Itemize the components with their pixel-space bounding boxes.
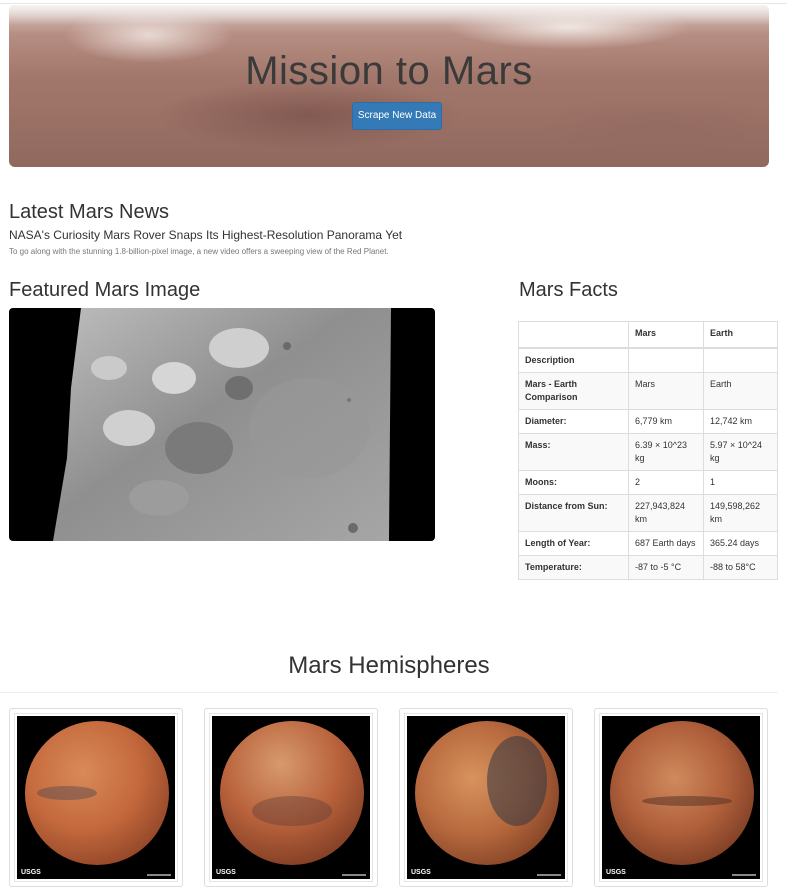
hemisphere-thumbnail-schiaparelli[interactable]: USGS [204,708,378,887]
image-credit [147,874,171,876]
featured-section-title: Featured Mars Image [9,279,201,301]
top-divider [0,3,787,4]
surface-feature [642,796,732,806]
fact-earth-value: -88 to 58°C [703,555,778,580]
fact-label: Description [518,347,629,373]
hero-banner: Mission to Mars Scrape New Data [9,5,769,167]
facts-section-title: Mars Facts [519,279,618,301]
hemisphere-thumbnail-cerberus[interactable]: USGS [9,708,183,887]
thumbnail-frame: USGS [14,713,178,882]
fact-earth-value: 365.24 days [703,531,778,556]
fact-label: Temperature: [518,555,629,580]
surface-feature [487,736,547,826]
table-row: Distance from Sun: 227,943,824 km 149,59… [518,494,778,532]
hemispheres-divider [0,692,778,693]
table-row: Temperature: -87 to -5 °C -88 to 58°C [518,555,778,580]
fact-mars-value: 6.39 × 10^23 kg [628,433,704,471]
news-headline: NASA's Curiosity Mars Rover Snaps Its Hi… [9,228,403,242]
fact-label: Distance from Sun: [518,494,629,532]
hero-texture [9,5,769,25]
featured-image-graphic [53,308,391,541]
image-credit [732,874,756,876]
mars-facts-table: Mars Earth Description Mars - Earth Comp… [518,321,778,580]
facts-header-cell [518,321,629,349]
fact-label: Diameter: [518,409,629,434]
table-row: Mars - Earth Comparison Mars Earth [518,372,778,410]
facts-header-row: Mars Earth [518,321,778,349]
fact-mars-value: 6,779 km [628,409,704,434]
fact-mars-value: -87 to -5 °C [628,555,704,580]
fact-label: Mass: [518,433,629,471]
table-row: Moons: 2 1 [518,470,778,495]
featured-image[interactable] [9,308,435,541]
usgs-logo: USGS [606,869,626,876]
thumbnail-frame: USGS [599,713,763,882]
hemispheres-section-title: Mars Hemispheres [288,652,490,679]
image-credit [342,874,366,876]
fact-earth-value: Earth [703,372,778,410]
thumbnail-frame: USGS [209,713,373,882]
fact-earth-value: 12,742 km [703,409,778,434]
fact-earth-value [703,347,778,373]
fact-mars-value: 687 Earth days [628,531,704,556]
news-section-title: Latest Mars News [9,201,170,223]
hemisphere-image: USGS [17,716,175,879]
mars-globe-image [220,721,364,865]
table-row: Description [518,347,778,373]
hemisphere-image: USGS [602,716,760,879]
usgs-logo: USGS [411,869,431,876]
facts-header-cell: Mars [628,321,704,349]
fact-label: Mars - Earth Comparison [518,372,629,410]
fact-label: Length of Year: [518,531,629,556]
fact-label: Moons: [518,470,629,495]
fact-mars-value: Mars [628,372,704,410]
thumbnail-frame: USGS [404,713,568,882]
image-credit [537,874,561,876]
table-row: Diameter: 6,779 km 12,742 km [518,409,778,434]
fact-mars-value [628,347,704,373]
scrape-button[interactable]: Scrape New Data [352,102,442,130]
hemisphere-image: USGS [212,716,370,879]
surface-feature [252,796,332,826]
mars-globe-image [610,721,754,865]
fact-mars-value: 227,943,824 km [628,494,704,532]
usgs-logo: USGS [21,869,41,876]
fact-earth-value: 149,598,262 km [703,494,778,532]
page-title: Mission to Mars [245,49,533,93]
facts-header-cell: Earth [703,321,778,349]
hemisphere-thumbnail-syrtis-major[interactable]: USGS [399,708,573,887]
fact-mars-value: 2 [628,470,704,495]
news-teaser: To go along with the stunning 1.8-billio… [9,247,389,256]
fact-earth-value: 5.97 × 10^24 kg [703,433,778,471]
fact-earth-value: 1 [703,470,778,495]
hemisphere-image: USGS [407,716,565,879]
table-row: Mass: 6.39 × 10^23 kg 5.97 × 10^24 kg [518,433,778,471]
surface-feature [37,786,97,800]
usgs-logo: USGS [216,869,236,876]
hemisphere-thumbnail-valles-marineris[interactable]: USGS [594,708,768,887]
table-row: Length of Year: 687 Earth days 365.24 da… [518,531,778,556]
